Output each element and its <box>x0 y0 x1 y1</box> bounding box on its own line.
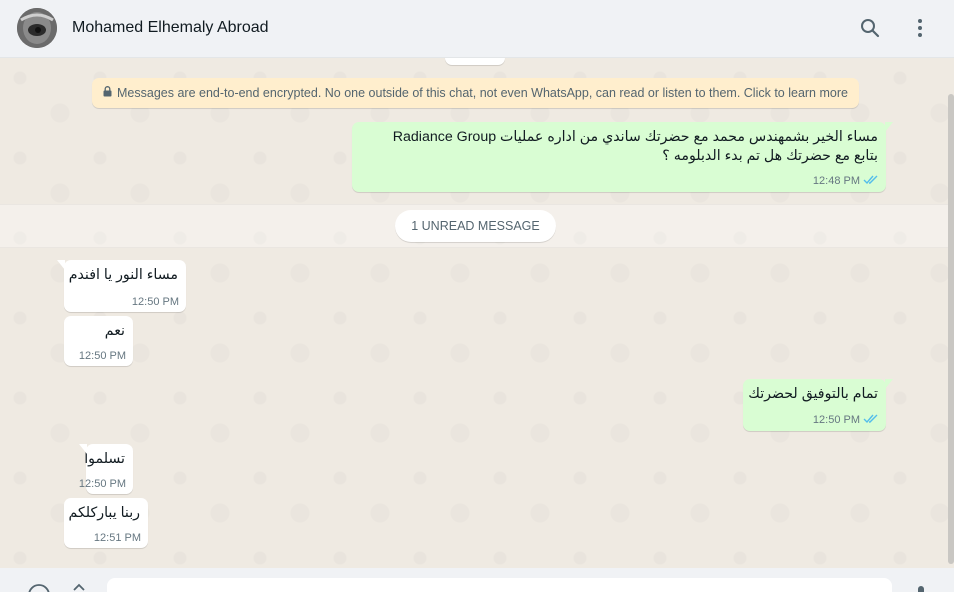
message-bubble-incoming[interactable]: ربنا يباركلكم 12:51 PM <box>64 498 148 548</box>
message-time: 12:50 PM <box>78 478 126 490</box>
lock-icon <box>103 86 112 100</box>
encryption-notice[interactable]: Messages are end-to-end encrypted. No on… <box>92 78 859 108</box>
message-text-line: مساء الخير بشمهندس محمد مع حضرتك ساندي م… <box>392 129 878 145</box>
scrollbar[interactable] <box>948 94 954 564</box>
compose-bar <box>0 568 954 592</box>
message-time: 12:50 PM <box>812 414 860 426</box>
message-time: 12:50 PM <box>131 296 179 308</box>
message-bubble-incoming[interactable]: مساء النور يا افندم 12:50 PM <box>57 260 186 312</box>
chat-header[interactable]: Mohamed Elhemaly Abroad <box>0 0 954 58</box>
message-bubble-outgoing[interactable]: مساء الخير بشمهندس محمد مع حضرتك ساندي م… <box>352 122 893 192</box>
bubble-tail <box>885 379 893 389</box>
message-text: مساء النور يا افندم <box>68 267 178 283</box>
message-text: تمام بالتوفيق لحضرتك <box>748 386 878 402</box>
message-text: نعم <box>104 323 125 339</box>
message-time: 12:51 PM <box>93 532 141 544</box>
message-input[interactable] <box>107 578 892 592</box>
mic-icon[interactable] <box>908 582 934 592</box>
message-bubble-incoming[interactable]: تسلموا 12:50 PM <box>79 444 133 494</box>
message-bubble-outgoing[interactable]: تمام بالتوفيق لحضرتك 12:50 PM <box>743 379 893 431</box>
kebab-menu-icon[interactable] <box>908 16 932 40</box>
contact-avatar[interactable] <box>17 8 57 48</box>
search-icon[interactable] <box>858 16 882 40</box>
bubble-tail <box>885 122 893 132</box>
date-chip <box>445 58 505 65</box>
message-time: 12:48 PM <box>812 175 860 187</box>
encryption-notice-text: Messages are end-to-end encrypted. No on… <box>117 86 848 100</box>
unread-messages-chip: 1 UNREAD MESSAGE <box>395 210 556 242</box>
double-check-icon <box>863 174 879 188</box>
double-check-icon <box>863 413 879 427</box>
bubble-tail <box>79 444 87 454</box>
message-bubble-incoming[interactable]: نعم 12:50 PM <box>64 316 133 366</box>
message-list[interactable]: Messages are end-to-end encrypted. No on… <box>0 58 954 568</box>
contact-name[interactable]: Mohamed Elhemaly Abroad <box>72 19 269 37</box>
emoji-icon[interactable] <box>26 582 52 592</box>
message-text-line: بتابع مع حضرتك هل تم بدء الدبلومه ؟ <box>662 148 878 164</box>
message-time: 12:50 PM <box>78 350 126 362</box>
bubble-tail <box>57 260 65 270</box>
attach-icon[interactable] <box>66 582 92 592</box>
message-text: تسلموا <box>84 451 125 467</box>
message-text: ربنا يباركلكم <box>68 505 140 521</box>
